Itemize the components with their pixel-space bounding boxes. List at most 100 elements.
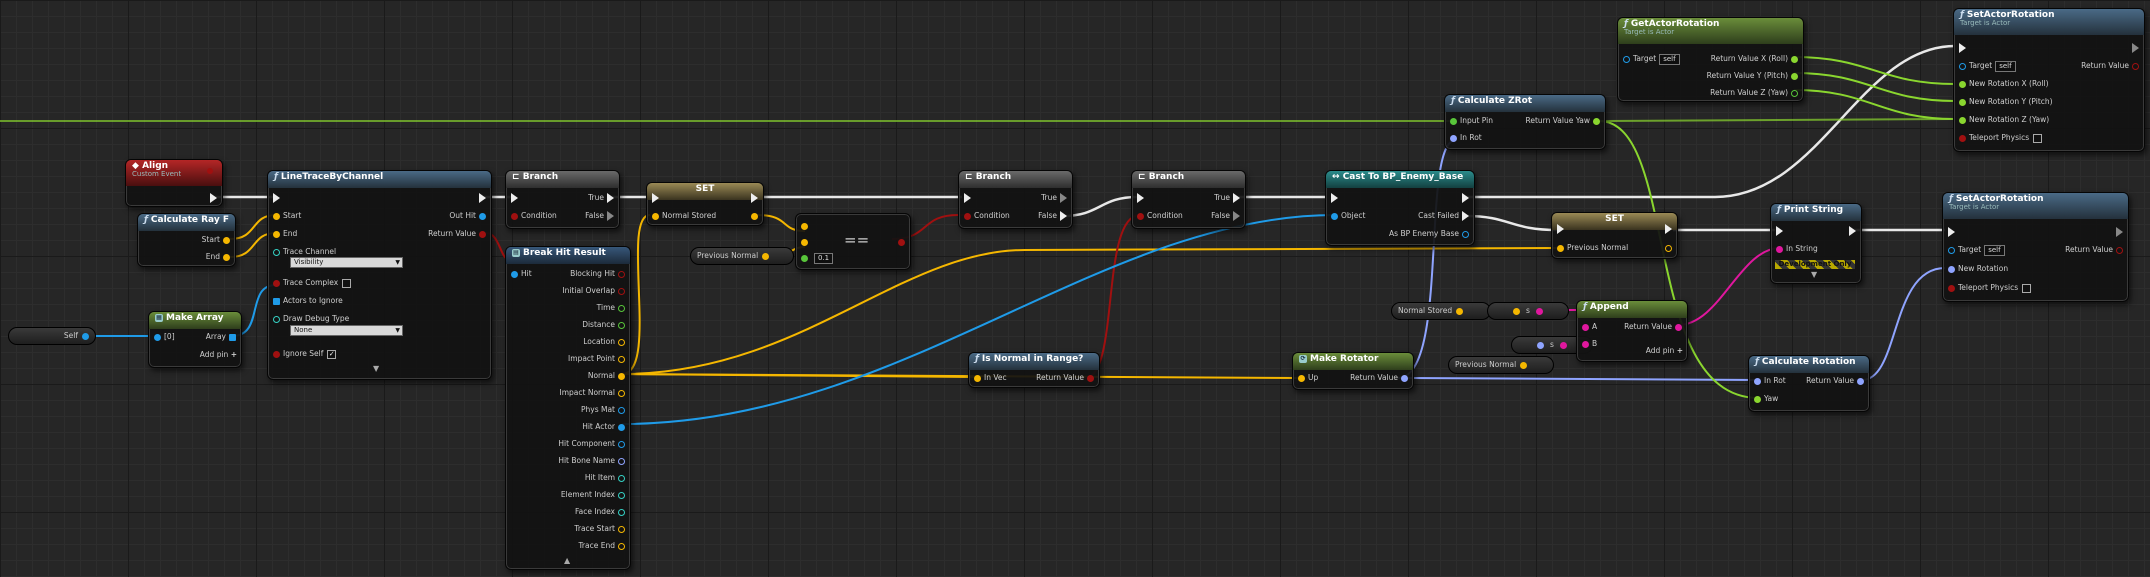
draw-debug-pin[interactable]: Draw Debug Type [270,313,349,324]
object-pin[interactable]: Object [1328,210,1365,221]
return-value-pin[interactable]: Return Value [1624,321,1685,332]
false-pin[interactable]: False [1211,210,1243,221]
cast-to-enemy-base-node[interactable]: ↔ Cast To BP_Enemy_Base Object Cast Fail… [1325,170,1475,246]
condition-pin[interactable]: Condition [508,210,557,221]
calculate-ray-node[interactable]: ƒ Calculate Ray F Start End [137,213,236,267]
b-pin[interactable] [798,236,811,247]
face-index-pin[interactable]: Face Index [575,506,628,517]
custom-event-align[interactable]: ◆ Align Custom Event [125,159,223,207]
expand-arrow-icon[interactable]: ▼ [1811,270,1817,279]
in-vec-pin[interactable]: In Vec [971,372,1007,383]
trace-channel-pin[interactable]: Trace Channel [270,246,336,257]
new-rotation-y-pin[interactable]: New Rotation Y (Pitch) [1956,96,2053,107]
item0-pin[interactable]: [0] [151,331,175,342]
true-pin[interactable]: True [588,192,617,203]
phys-mat-pin[interactable]: Phys Mat [581,404,628,415]
set-actor-rotation-node-2[interactable]: ƒ SetActorRotation Target is Actor Target… [1942,192,2129,302]
line-trace-node[interactable]: ƒ LineTraceByChannel Start Out Hit End Re… [267,170,492,380]
expand-arrow-icon[interactable]: ▼ [373,364,379,373]
false-pin[interactable]: False [585,210,617,221]
hit-item-pin[interactable]: Hit Item [585,472,628,483]
return-y-pin[interactable]: Return Value Y (Pitch) [1707,70,1801,81]
exec-out-pin[interactable] [1459,192,1472,203]
return-value-pin[interactable]: Return Value [428,228,489,239]
previous-normal-variable-2[interactable]: Previous Normal [1448,356,1554,374]
in-rot-pin[interactable]: In Rot [1751,375,1786,386]
return-value-pin[interactable]: Return Value [2081,60,2142,71]
start-pin[interactable]: Start [270,210,301,221]
location-pin[interactable]: Location [583,336,628,347]
tolerance-field[interactable]: 0.1 [814,252,834,264]
impact-point-pin[interactable]: Impact Point [568,353,628,364]
calculate-zrot-node[interactable]: ƒ Calculate ZRot Input Pin Return Value Y… [1444,94,1606,150]
trace-start-pin[interactable]: Trace Start [574,523,628,534]
break-hit-result-node[interactable]: ▤ Break Hit Result Hit Blocking Hit Initi… [505,246,631,570]
teleport-physics-pin[interactable]: Teleport Physics [1945,282,2032,293]
previous-normal-in-pin[interactable]: Previous Normal [1554,242,1628,253]
return-value-pin[interactable]: Return Value [1806,375,1867,386]
make-array-node[interactable]: ▦ Make Array [0] Array Add pin + [148,311,242,368]
return-pin[interactable] [895,236,908,247]
false-pin[interactable]: False [1038,210,1070,221]
exec-in-pin[interactable] [1773,225,1786,236]
as-enemy-pin[interactable]: As BP Enemy Base [1389,228,1472,239]
add-pin-button[interactable]: Add pin + [1646,345,1683,356]
exec-out-pin[interactable] [1662,223,1675,234]
time-pin[interactable]: Time [597,302,628,313]
yaw-pin[interactable]: Yaw [1751,393,1778,404]
cast-failed-pin[interactable]: Cast Failed [1418,210,1472,221]
print-string-node[interactable]: ƒ Print String In String Development Only… [1770,203,1862,284]
ignore-self-pin[interactable]: Ignore Self ✓ [270,348,337,359]
teleport-checkbox[interactable] [2033,133,2043,143]
array-out-pin[interactable]: Array [206,331,239,342]
branch-node-1[interactable]: ⊏ Branch True Condition False [505,170,620,229]
normal-stored-in-pin[interactable]: Normal Stored [649,210,716,221]
return-z-pin[interactable]: Return Value Z (Yaw) [1710,87,1801,98]
trace-complex-checkbox[interactable] [342,278,352,288]
self-variable[interactable]: Self [8,327,96,345]
condition-pin[interactable]: Condition [961,210,1010,221]
new-rotation-x-pin[interactable]: New Rotation X (Roll) [1956,78,2049,89]
exec-in-pin[interactable] [270,192,283,203]
normal-stored-out-pin[interactable] [748,210,761,221]
target-pin[interactable]: Target self [1956,60,2016,72]
delegate-pin[interactable] [207,168,213,174]
set-normal-stored-node[interactable]: SET Normal Stored [646,182,764,226]
exec-out-pin[interactable] [1846,225,1859,236]
exec-in-pin[interactable] [1956,42,1969,53]
exec-out-pin[interactable] [748,192,761,203]
new-rotation-pin[interactable]: New Rotation [1945,263,2008,274]
return-value-pin[interactable]: Return Value [1350,372,1411,383]
exec-out-pin[interactable] [2129,42,2142,53]
a-pin[interactable] [798,220,811,231]
append-node[interactable]: ƒ Append A Return Value B Add pin + [1576,300,1688,362]
true-pin[interactable]: True [1041,192,1070,203]
vector-pin[interactable] [1456,307,1464,315]
exec-in-pin[interactable] [1134,192,1147,203]
set-actor-rotation-node-1[interactable]: ƒ SetActorRotation Target is Actor Target… [1953,8,2145,152]
a-pin[interactable]: A [1579,321,1597,332]
return-yaw-pin[interactable]: Return Value Yaw [1525,115,1603,126]
target-pin[interactable]: Target self [1945,244,2005,256]
exec-in-pin[interactable] [1945,226,1958,237]
branch-node-3[interactable]: ⊏ Branch True Condition False [1131,170,1246,229]
input-pin[interactable]: Input Pin [1447,115,1493,126]
end-pin[interactable]: End [270,228,297,239]
exec-in-pin[interactable] [1554,223,1567,234]
vector-pin[interactable] [762,252,770,260]
hit-actor-pin[interactable]: Hit Actor [582,421,628,432]
normal-stored-variable[interactable]: Normal Stored [1391,302,1491,320]
trace-channel-dropdown[interactable]: Visibility [290,257,403,268]
return-x-pin[interactable]: Return Value X (Roll) [1711,53,1801,64]
normal-pin[interactable]: Normal [588,370,628,381]
make-rotator-node[interactable]: ⟳ Make Rotator Up Return Value [1292,352,1414,390]
previous-normal-variable[interactable]: Previous Normal [690,247,794,265]
out-hit-pin[interactable]: Out Hit [449,210,489,221]
hit-pin[interactable]: Hit [508,268,532,279]
in-string-pin[interactable]: In String [1773,243,1818,254]
up-pin[interactable]: Up [1295,372,1318,383]
actors-to-ignore-pin[interactable]: Actors to Ignore [270,295,343,306]
return-value-pin[interactable]: Return Value [1036,372,1097,383]
true-pin[interactable]: True [1214,192,1243,203]
calculate-rotation-node[interactable]: ƒ Calculate Rotation In Rot Return Value … [1748,355,1870,412]
